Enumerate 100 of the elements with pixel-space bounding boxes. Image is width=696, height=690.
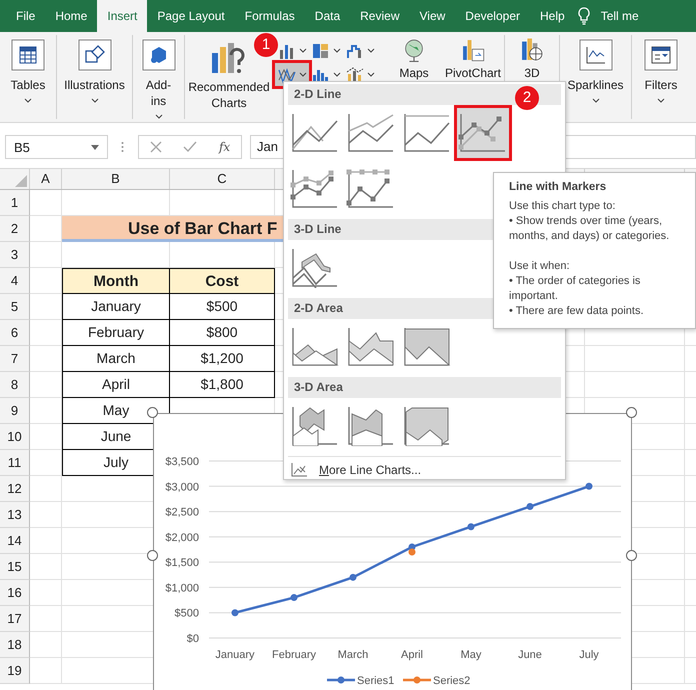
caret-icon bbox=[154, 114, 162, 119]
point bbox=[290, 594, 298, 602]
recommended-charts-button[interactable]: Recommended Charts bbox=[188, 79, 270, 111]
row-header[interactable]: 4 bbox=[0, 268, 30, 294]
column-header[interactable]: C bbox=[170, 169, 275, 189]
row-header[interactable]: 17 bbox=[0, 606, 30, 632]
column-heading: Month bbox=[62, 268, 170, 294]
ribbon-tab[interactable]: View bbox=[410, 0, 456, 32]
ribbon-tab[interactable]: Help bbox=[530, 0, 575, 32]
line-chart-icon bbox=[291, 463, 307, 477]
ribbon-tab[interactable]: Data bbox=[304, 0, 350, 32]
axis-label: $2,500 bbox=[165, 506, 199, 519]
point bbox=[468, 523, 474, 530]
point bbox=[526, 503, 534, 510]
row-header[interactable]: 1 bbox=[0, 190, 30, 216]
tooltip-title: Line with Markers bbox=[509, 181, 608, 193]
triangle-icon bbox=[15, 175, 27, 187]
axis-label: $1,500 bbox=[165, 557, 199, 570]
axis-label: $500 bbox=[174, 608, 199, 620]
cancel-icon[interactable] bbox=[150, 141, 162, 153]
building-globe-icon bbox=[519, 37, 545, 63]
sparkline-icon bbox=[578, 39, 612, 71]
ribbon-button[interactable]: Illustrations bbox=[57, 39, 132, 119]
check-icon[interactable] bbox=[183, 141, 198, 153]
axis-label: $1,000 bbox=[165, 582, 199, 594]
insert-function-button[interactable]: fx bbox=[218, 140, 230, 154]
row-header[interactable]: 19 bbox=[0, 658, 30, 684]
more-line-charts-link[interactable]: More Line Charts... bbox=[319, 463, 422, 477]
point bbox=[232, 609, 238, 616]
more-icon bbox=[121, 141, 124, 153]
ribbon-tab[interactable]: Developer bbox=[455, 0, 530, 32]
pivotchart-button[interactable]: PivotChart bbox=[439, 39, 507, 119]
ribbon-tab[interactable]: File bbox=[6, 0, 46, 32]
row-header[interactable]: 3 bbox=[0, 242, 30, 268]
caret-icon bbox=[91, 144, 99, 150]
ribbon-button[interactable]: Tables bbox=[0, 39, 56, 119]
lightbulb-icon bbox=[576, 7, 591, 25]
caret-icon bbox=[367, 72, 375, 77]
treemap-icon bbox=[311, 42, 331, 60]
ribbon-tab[interactable]: Formulas bbox=[234, 0, 305, 32]
point bbox=[350, 574, 356, 581]
legend-label: Series1 bbox=[357, 675, 394, 687]
row-header[interactable]: 8 bbox=[0, 372, 30, 398]
row-header[interactable]: 14 bbox=[0, 528, 30, 554]
table-cell: May bbox=[62, 398, 170, 424]
legend-label: Series2 bbox=[433, 675, 470, 687]
legend-marker bbox=[403, 676, 431, 684]
row-header[interactable]: 5 bbox=[0, 294, 30, 320]
column-heading: Cost bbox=[170, 268, 275, 294]
filter-icon bbox=[644, 39, 678, 71]
row-header[interactable]: 16 bbox=[0, 580, 30, 606]
table-cell: $1,200 bbox=[170, 346, 275, 372]
ribbon-tab[interactable]: Page Layout bbox=[147, 0, 235, 32]
maps-button[interactable]: Maps bbox=[389, 39, 439, 119]
row-header[interactable]: 15 bbox=[0, 554, 30, 580]
row-header[interactable]: 13 bbox=[0, 502, 30, 528]
column-header[interactable]: A bbox=[30, 169, 62, 189]
row-header[interactable]: 12 bbox=[0, 476, 30, 502]
table-cell: February bbox=[62, 320, 170, 346]
ribbon-tab[interactable]: Home bbox=[45, 0, 98, 32]
caret-icon bbox=[333, 48, 341, 53]
caret-icon bbox=[333, 72, 341, 77]
ribbon-button[interactable]: Sparklines bbox=[560, 39, 631, 119]
row-header[interactable]: 9 bbox=[0, 398, 30, 424]
axis-label: February bbox=[272, 649, 316, 661]
point bbox=[586, 482, 592, 490]
axis-label: March bbox=[338, 649, 368, 661]
ribbon-tab[interactable]: Tell me bbox=[590, 0, 649, 32]
table-cell: $500 bbox=[170, 294, 275, 320]
table-cell: April bbox=[62, 372, 170, 398]
ribbon-tab[interactable]: Review bbox=[350, 0, 410, 32]
table-icon bbox=[11, 39, 45, 71]
table-cell: $800 bbox=[170, 320, 275, 346]
row-header[interactable]: 18 bbox=[0, 632, 30, 658]
row-header[interactable]: 10 bbox=[0, 424, 30, 450]
name-box[interactable]: B5 bbox=[5, 135, 108, 159]
caret-icon bbox=[90, 98, 98, 103]
axis-label: April bbox=[401, 649, 423, 661]
ribbon-button[interactable]: Add- ins bbox=[133, 39, 184, 119]
section-header: 3-D Area bbox=[288, 377, 561, 398]
caret-icon bbox=[592, 98, 600, 103]
ribbon-tab[interactable]: Insert bbox=[97, 0, 148, 32]
tooltip-text: Use it when: bbox=[509, 259, 571, 274]
cube-icon bbox=[142, 39, 176, 71]
legend-marker bbox=[327, 676, 355, 684]
caret-icon bbox=[24, 98, 32, 103]
ribbon-button[interactable]: Filters bbox=[632, 39, 690, 119]
column-header[interactable]: B bbox=[62, 169, 170, 189]
axis-label: $2,000 bbox=[165, 532, 199, 544]
chart-type-option[interactable] bbox=[456, 107, 510, 159]
row-header[interactable]: 11 bbox=[0, 450, 30, 476]
row-header[interactable]: 2 bbox=[0, 216, 30, 242]
tooltip-text: Use this chart type to: bbox=[509, 199, 616, 214]
axis-label: June bbox=[518, 649, 542, 661]
axis-label: $0 bbox=[186, 633, 199, 645]
row-header[interactable]: 6 bbox=[0, 320, 30, 346]
caret-icon bbox=[299, 72, 307, 77]
table-cell: January bbox=[62, 294, 170, 320]
row-header[interactable]: 7 bbox=[0, 346, 30, 372]
axis-label: May bbox=[460, 649, 482, 661]
